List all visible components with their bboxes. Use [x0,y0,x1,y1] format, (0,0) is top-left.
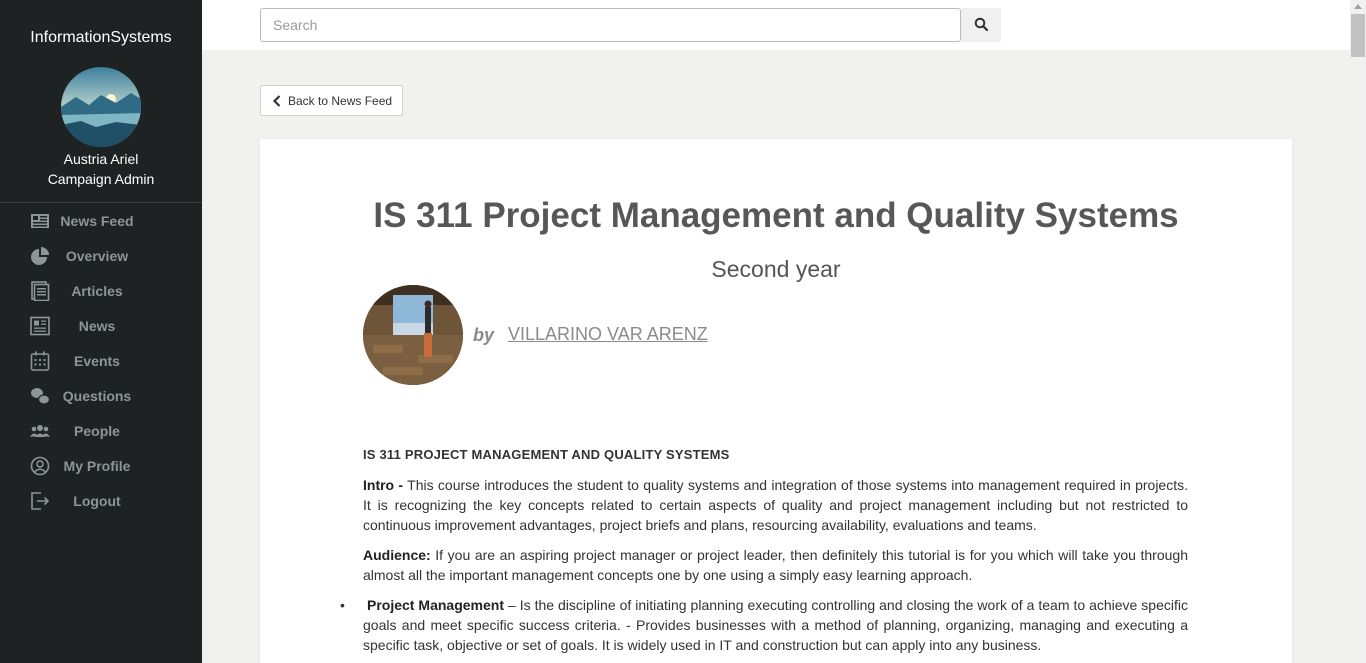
bullet-label: Project Management [367,597,505,613]
list-item: • Project Management – Is the discipline… [340,595,1188,655]
author-avatar[interactable] [363,285,463,385]
sidebar-item-people[interactable]: People [0,413,202,448]
sidebar-item-label: Questions [62,388,132,404]
audience-label: Audience: [363,547,431,563]
sidebar-item-questions[interactable]: Questions [0,378,202,413]
article-heading: IS 311 PROJECT MANAGEMENT AND QUALITY SY… [363,447,730,462]
sidebar-item-label: Overview [65,248,129,264]
author-link[interactable]: VILLARINO VAR ARENZ [508,324,708,345]
article-subtitle: Second year [711,256,841,282]
brand-title[interactable]: InformationSystems [0,29,202,47]
audience-text: If you are an aspiring project manager o… [363,547,1188,583]
search-input[interactable] [260,8,961,42]
top-bar [202,0,1350,50]
sidebar-item-overview[interactable]: Overview [0,238,202,273]
sidebar-item-news[interactable]: News [0,308,202,343]
scroll-up-icon[interactable] [1354,4,1362,9]
user-avatar[interactable] [61,67,141,147]
chevron-left-icon [272,94,282,107]
scrollbar-thumb[interactable] [1351,14,1365,57]
search-button[interactable] [961,8,1001,42]
page-scrollbar[interactable] [1350,0,1366,663]
sidebar-item-logout[interactable]: Logout [0,483,202,518]
audience-paragraph: Audience: If you are an aspiring project… [363,545,1188,585]
back-button-label: Back to News Feed [288,93,393,108]
sidebar-item-events[interactable]: Events [0,343,202,378]
intro-label: Intro - [363,477,404,493]
intro-text: This course introduces the student to qu… [363,477,1189,533]
intro-paragraph: Intro - This course introduces the stude… [363,475,1188,535]
sidebar-item-label: Logout [73,493,121,509]
article-title: IS 311 Project Management and Quality Sy… [373,196,1179,235]
sidebar-item-label: My Profile [63,458,131,474]
user-name: Austria Ariel [63,151,139,167]
sidebar-item-label: Events [74,353,120,369]
sidebar-item-label: News [78,318,116,334]
sidebar-item-label: Articles [71,283,123,299]
by-label: by [473,325,495,345]
user-role: Campaign Admin [47,171,155,187]
back-to-news-feed-button[interactable]: Back to News Feed [260,85,403,116]
sidebar-item-articles[interactable]: Articles [0,273,202,308]
sidebar-item-news-feed[interactable]: News Feed [0,203,202,238]
sidebar-item-label: People [74,423,120,439]
article-card: IS 311 Project Management and Quality Sy… [260,139,1292,663]
article-body: IS 311 PROJECT MANAGEMENT AND QUALITY SY… [340,445,1188,655]
search-icon [974,17,989,34]
sidebar-item-my-profile[interactable]: My Profile [0,448,202,483]
bullet-icon: • [340,597,345,613]
sidebar-nav: News Feed Overview Articles News Events [0,203,202,518]
sidebar: InformationSystems Austria Ariel Campaig… [0,0,202,663]
sidebar-item-label: News Feed [60,213,134,229]
